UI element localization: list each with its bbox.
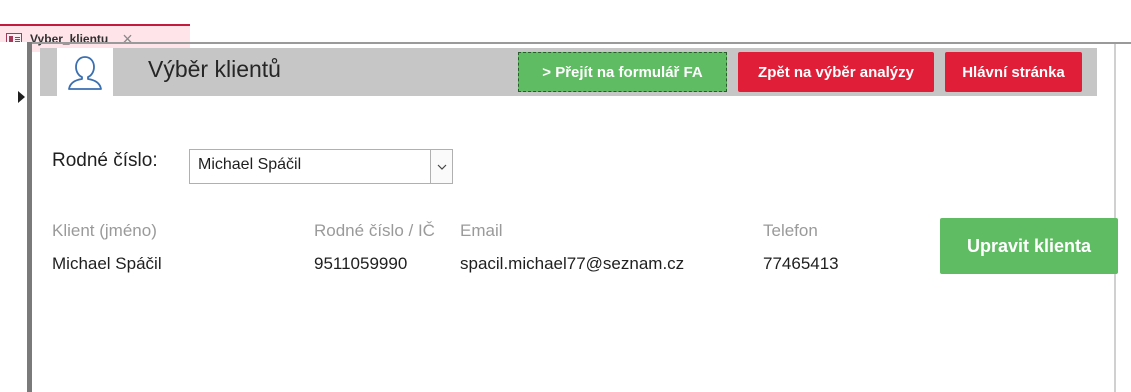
client-id-value: 9511059990 xyxy=(314,254,408,273)
window-top-strip xyxy=(0,0,1131,10)
form-top-border xyxy=(32,42,1131,44)
edit-client-button[interactable]: Upravit klienta xyxy=(940,218,1118,274)
client-email-value: spacil.michael77@seznam.cz xyxy=(460,254,685,273)
rodne-cislo-label: Rodné číslo: xyxy=(52,150,158,171)
document-tab-bar: Vyber_klientu × xyxy=(0,10,1131,52)
client-combobox[interactable]: Michael Spáčil xyxy=(189,149,453,184)
client-name-value: Michael Spáčil xyxy=(52,254,162,273)
combobox-value: Michael Spáčil xyxy=(198,156,302,173)
goto-form-fa-button[interactable]: > Přejít na formulář FA xyxy=(518,52,727,92)
back-to-analysis-button[interactable]: Zpět na výběr analýzy xyxy=(738,52,934,92)
client-email-header: Email xyxy=(460,221,503,240)
page-title: Výběr klientů xyxy=(148,56,281,82)
home-page-button[interactable]: Hlávní stránka xyxy=(945,52,1082,92)
dropdown-button[interactable] xyxy=(430,150,452,183)
chevron-down-icon xyxy=(437,164,446,170)
record-selector-arrow-icon xyxy=(18,91,25,103)
record-selector[interactable] xyxy=(0,42,32,392)
user-silhouette-icon xyxy=(68,56,102,90)
close-icon[interactable]: × xyxy=(122,30,133,48)
client-name-header: Klient (jméno) xyxy=(52,221,157,240)
client-phone-value: 77465413 xyxy=(763,254,839,273)
avatar xyxy=(57,48,113,96)
client-phone-header: Telefon xyxy=(763,221,818,240)
client-id-header: Rodné číslo / IČ xyxy=(314,221,435,240)
